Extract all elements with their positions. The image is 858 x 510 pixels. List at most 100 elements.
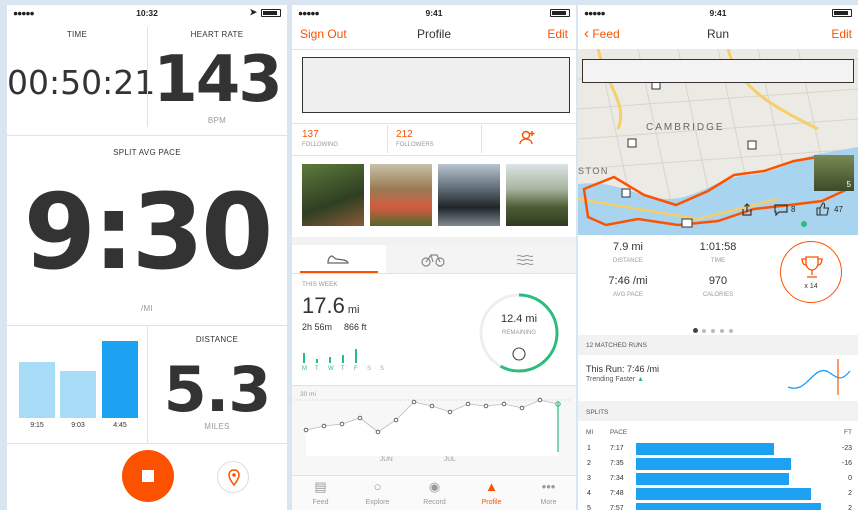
battery-icon [550, 9, 570, 17]
this-run-pace[interactable]: This Run: 7:46 /mi [586, 364, 659, 374]
day-label: T [341, 366, 345, 372]
chart-point[interactable] [357, 415, 363, 421]
week-distance-value: 17.6 [302, 293, 345, 318]
map-city-label: CAMBRIDGE [646, 122, 725, 133]
activity-photo[interactable]: 5 [814, 155, 854, 191]
tab-record[interactable]: Record [406, 499, 463, 506]
bike-icon [421, 254, 445, 267]
kudos-icon[interactable] [816, 202, 830, 216]
followers-count[interactable]: 212 [396, 129, 413, 140]
chart-point[interactable] [501, 401, 507, 407]
stop-icon [142, 470, 154, 482]
edit-button[interactable]: Edit [831, 27, 852, 41]
trophy-icon [801, 256, 823, 278]
add-friend-icon[interactable] [518, 129, 536, 147]
achievements-badge[interactable]: x 14 [780, 241, 842, 303]
chart-point[interactable] [393, 417, 399, 423]
photo-thumbnail[interactable] [302, 164, 364, 226]
week-elevation: 866 ft [344, 322, 367, 332]
status-time: 9:41 [425, 8, 443, 18]
split-bar [102, 341, 138, 418]
explore-icon[interactable]: ○ [349, 479, 406, 494]
weekly-distance-chart [292, 397, 572, 456]
tab-feed[interactable]: Feed [292, 499, 349, 506]
location-button[interactable] [217, 461, 249, 493]
matched-runs-header: 12 MATCHED RUNS [586, 342, 647, 349]
profile-header-placeholder [302, 57, 570, 113]
split-bar-label: 9:03 [71, 422, 85, 429]
trophy-count: x 14 [804, 283, 818, 290]
tab-more[interactable]: More [520, 499, 576, 506]
chart-point[interactable] [465, 401, 471, 407]
day-label: W [328, 366, 334, 372]
week-distance-unit: mi [347, 304, 360, 316]
chart-point[interactable] [429, 403, 435, 409]
month-label-jul: JUL [444, 456, 456, 463]
chart-point[interactable] [339, 421, 345, 427]
comment-count: 8 [791, 205, 796, 214]
split-pace: 7:57 [610, 505, 624, 510]
status-bar: ●●●●● 10:32 ➤ [7, 5, 287, 21]
distance-value: 5.3 [163, 353, 272, 426]
share-icon[interactable] [740, 203, 754, 217]
photo-thumbnail[interactable] [438, 164, 500, 226]
chart-point[interactable] [303, 427, 309, 433]
split-pace: 7:35 [610, 460, 624, 467]
day-label: T [315, 366, 319, 372]
this-week-label: THIS WEEK [302, 281, 338, 288]
profile-icon[interactable]: ▲ [463, 479, 520, 494]
more-icon[interactable]: ••• [520, 479, 576, 494]
chart-point[interactable] [375, 429, 381, 435]
month-label-jun: JUN [380, 456, 393, 463]
map-header-placeholder [582, 59, 854, 83]
split-pace-bar [636, 503, 821, 510]
split-pace-bar [636, 458, 791, 470]
chart-point[interactable] [483, 403, 489, 409]
col-mi: MI [586, 429, 594, 436]
tab-explore[interactable]: Explore [349, 499, 406, 506]
photo-count: 5 [846, 180, 851, 189]
splits-header: SPLITS [586, 409, 609, 416]
shoe-icon [327, 255, 349, 264]
tab-ride[interactable] [386, 245, 480, 273]
split-mile: 4 [587, 490, 591, 497]
page-title: Run [706, 27, 729, 41]
distance-value: 7.9 mi [613, 241, 643, 253]
split-pace-bar [636, 443, 774, 455]
following-count[interactable]: 137 [302, 129, 319, 140]
pace-value: 9:30 [23, 171, 274, 293]
day-bar [303, 353, 305, 363]
trend-label: Trending Faster [586, 376, 636, 383]
chart-point[interactable] [519, 405, 525, 411]
split-pace: 7:48 [610, 490, 624, 497]
swim-icon [516, 254, 534, 266]
day-label: F [354, 366, 358, 372]
edit-button[interactable]: Edit [547, 27, 568, 41]
chart-point[interactable] [447, 409, 453, 415]
chart-point[interactable] [321, 423, 327, 429]
status-bar: ●●●●● 9:41 [578, 5, 858, 21]
map-city-label-2: STON [578, 166, 609, 176]
tab-run[interactable] [292, 245, 386, 273]
split-bar [60, 371, 96, 418]
photo-thumbnail[interactable] [506, 164, 568, 226]
chart-point[interactable] [537, 397, 543, 403]
tab-swim[interactable] [480, 245, 576, 273]
calories-label: CALORIES [702, 292, 734, 298]
stop-button[interactable] [122, 450, 174, 502]
day-label: S [380, 366, 385, 372]
record-icon[interactable]: ◉ [406, 479, 463, 495]
pace-unit: /MI [140, 304, 153, 313]
time-label: TIME [66, 30, 88, 39]
status-time: 9:41 [709, 8, 727, 18]
comment-icon[interactable] [774, 204, 788, 216]
chart-point[interactable] [411, 399, 417, 405]
week-time: 2h 56m [302, 322, 333, 332]
ring-label: REMAINING [501, 330, 536, 336]
tab-profile[interactable]: Profile [463, 499, 520, 506]
photo-thumbnail[interactable] [370, 164, 432, 226]
split-mile: 3 [587, 475, 591, 482]
location-arrow-icon: ➤ [249, 7, 257, 17]
feed-icon[interactable]: ▤ [292, 479, 349, 495]
day-bar [329, 357, 331, 363]
